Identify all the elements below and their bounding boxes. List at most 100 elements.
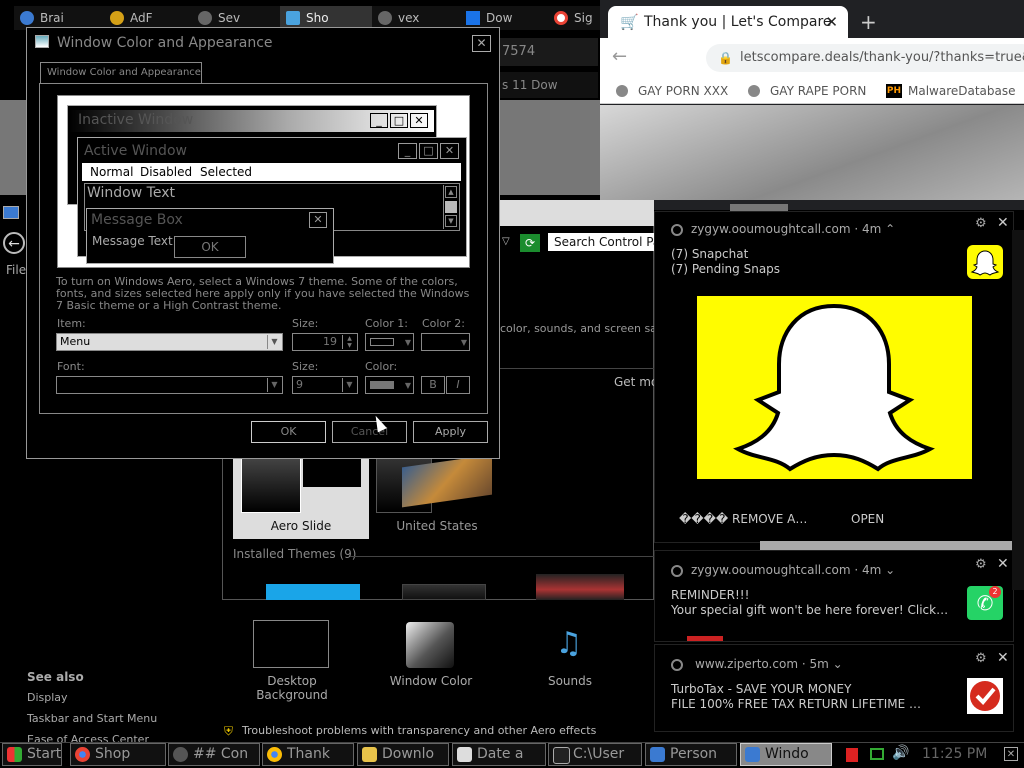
taskbar-item-con[interactable]: ## Con xyxy=(168,743,260,766)
window-color-item[interactable]: Window Color xyxy=(384,620,478,690)
history-dropdown-icon[interactable]: ▽ xyxy=(502,236,510,247)
notification-source: www.ziperto.com · 5m ⌄ xyxy=(695,657,843,671)
tab-thank-you[interactable]: 🛒 Thank you | Let's Compare ✕ xyxy=(608,6,848,38)
notification-body: (7) Pending Snaps xyxy=(671,262,781,276)
settings-gear-icon[interactable]: ⚙ xyxy=(975,557,987,572)
theme-aero-slide[interactable]: Aero Slide xyxy=(233,455,369,539)
snapchat-ghost-image xyxy=(697,296,972,479)
file-menu[interactable]: File xyxy=(6,263,26,277)
cart-icon: 🛒 xyxy=(620,13,639,31)
new-tab-button[interactable]: + xyxy=(860,10,880,34)
chevron-down-icon: ▼ xyxy=(404,381,411,390)
terminal-icon xyxy=(553,747,570,764)
bookmark-3[interactable]: PH MalwareDatabase xyxy=(886,82,1024,100)
close-icon[interactable]: ✕ xyxy=(997,556,1009,572)
dialog-close-button[interactable]: ✕ xyxy=(472,35,491,52)
tray-notification-icon[interactable]: ✕ xyxy=(1004,747,1018,761)
window-color-icon xyxy=(406,622,454,668)
chrome-icon xyxy=(671,224,683,236)
item-label: Item: xyxy=(57,317,86,330)
taskbar-item-window[interactable]: Windo xyxy=(740,743,832,766)
font-select[interactable]: ▼ xyxy=(56,376,283,394)
close-icon[interactable]: ✕ xyxy=(997,650,1009,666)
tray-network-icon[interactable] xyxy=(870,748,884,760)
bookmark-2[interactable]: GAY RAPE PORN xyxy=(748,82,866,100)
italic-toggle[interactable]: I xyxy=(446,376,470,394)
globe-icon xyxy=(198,11,212,25)
item-select[interactable]: Menu ▼ xyxy=(56,333,283,351)
notification-snapchat[interactable]: zygyw.ooumoughtcall.com · 4m ⌃ ⚙ ✕ (7) S… xyxy=(654,211,1014,543)
color1-picker[interactable]: ▼ xyxy=(365,333,414,351)
preview-ok-button: OK xyxy=(174,236,246,258)
tray-volume-icon[interactable]: 🔊 xyxy=(892,745,909,761)
taskbar-item-person[interactable]: Person xyxy=(645,743,737,766)
shield-icon: ⛨ xyxy=(224,724,234,738)
preview-menu-bar: Normal Disabled Selected xyxy=(82,163,461,181)
theme-united-states[interactable]: United States xyxy=(372,454,502,539)
see-also-taskbar-link[interactable]: Taskbar and Start Menu xyxy=(27,712,157,725)
chevron-down-icon: ▼ xyxy=(267,378,281,392)
taskbar-item-download[interactable]: Downlo xyxy=(357,743,449,766)
preview-message-box-title: Message Box xyxy=(91,212,183,228)
search-control-panel[interactable]: Search Control Panel xyxy=(548,233,654,251)
notification-badge: 2 xyxy=(989,586,1001,598)
document-icon xyxy=(457,747,472,762)
get-more-themes-link[interactable]: Get mo xyxy=(614,375,654,389)
font-color-label: Color: xyxy=(365,360,398,373)
url-bar[interactable]: 🔒 letscompare.deals/thank-you/?thanks=tr… xyxy=(706,44,1024,72)
taskbar-item-thank[interactable]: Thank xyxy=(262,743,354,766)
preview-inactive-title: Inactive Window xyxy=(78,112,194,128)
desktop-background-item[interactable]: Desktop Background xyxy=(238,620,346,702)
tray-flag-icon[interactable] xyxy=(846,748,858,762)
refresh-icon[interactable]: ⟳ xyxy=(520,234,540,252)
sounds-item[interactable]: ♫ Sounds xyxy=(530,620,610,690)
font-color-picker[interactable]: ▼ xyxy=(365,376,414,394)
see-also-display-link[interactable]: Display xyxy=(27,691,68,704)
installed-theme-1[interactable] xyxy=(266,584,360,600)
remove-action-button[interactable]: ���� REMOVE A… xyxy=(679,512,807,526)
right-browser-page-content xyxy=(600,105,1024,200)
preview-scrollbar: ▲ ▼ xyxy=(443,185,458,229)
cancel-button[interactable]: Cancel xyxy=(332,421,407,443)
close-icon: ✕ xyxy=(309,212,327,228)
tray-clock[interactable]: 11:25 PM xyxy=(922,744,987,764)
globe-icon xyxy=(173,747,188,762)
left-browser-address-fragment[interactable]: 7574 xyxy=(494,38,598,66)
close-icon[interactable]: ✕ xyxy=(825,6,838,38)
bold-toggle[interactable]: B xyxy=(421,376,445,394)
dialog-tab[interactable]: Window Color and Appearance xyxy=(40,62,202,84)
see-also-ease-of-access-link[interactable]: Ease of Access Center xyxy=(27,733,167,742)
ok-button[interactable]: OK xyxy=(251,421,326,443)
notification-turbotax[interactable]: www.ziperto.com · 5m ⌄ ⚙ ✕ TurboTax - SA… xyxy=(654,644,1014,732)
installed-theme-2[interactable] xyxy=(402,584,486,600)
troubleshoot-link[interactable]: ⛨ Troubleshoot problems with transparenc… xyxy=(222,724,596,738)
installed-themes-heading: Installed Themes (9) xyxy=(233,547,357,561)
back-circle-icon[interactable]: ← xyxy=(3,232,25,254)
settings-gear-icon[interactable]: ⚙ xyxy=(975,651,987,666)
lock-icon: 🔒 xyxy=(718,51,733,65)
installed-theme-3[interactable] xyxy=(536,574,624,600)
minimize-icon: _ xyxy=(398,143,417,159)
chrome-icon xyxy=(267,747,282,762)
close-icon[interactable]: ✕ xyxy=(997,215,1009,231)
theme-thumbnail-dark xyxy=(303,457,361,487)
settings-gear-icon[interactable]: ⚙ xyxy=(975,216,987,231)
preview-menu-normal: Normal xyxy=(90,165,134,179)
bookmark-1[interactable]: GAY PORN XXX xyxy=(616,82,728,100)
taskbar-item-cmd[interactable]: C:\User xyxy=(548,743,642,766)
taskbar-item-date[interactable]: Date a xyxy=(452,743,546,766)
desktop-background-label: Desktop Background xyxy=(256,674,328,702)
taskbar-item-shop[interactable]: Shop xyxy=(70,743,166,766)
installed-themes-divider xyxy=(350,556,654,557)
back-arrow-icon[interactable]: ← xyxy=(612,46,632,68)
size-spinner[interactable]: 19 ▲ ▼ xyxy=(292,333,358,351)
start-button[interactable]: Start xyxy=(2,743,62,766)
preview-active-title: Active Window xyxy=(84,143,187,159)
color2-picker[interactable]: ▼ xyxy=(421,333,470,351)
open-action-button[interactable]: OPEN xyxy=(851,512,884,526)
left-browser-bookmark-fragment[interactable]: s 11 Dow xyxy=(494,72,598,98)
apply-button[interactable]: Apply xyxy=(413,421,488,443)
font-size-select[interactable]: 9 ▼ xyxy=(292,376,358,394)
dialog-icon xyxy=(35,35,49,48)
notification-reminder[interactable]: zygyw.ooumoughtcall.com · 4m ⌄ ⚙ ✕ REMIN… xyxy=(654,550,1014,642)
